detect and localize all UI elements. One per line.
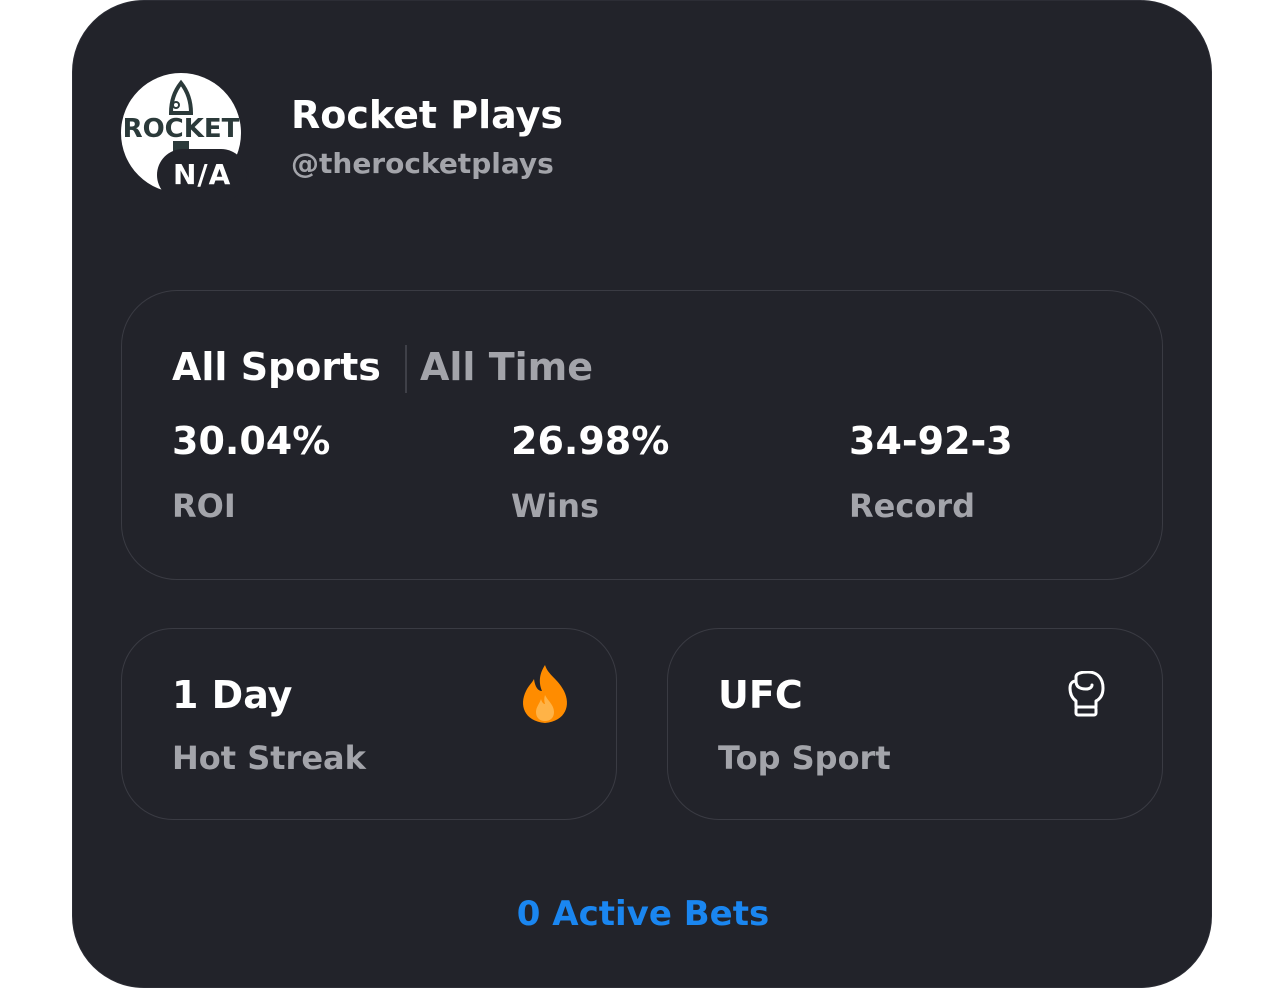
record-label: Record <box>849 487 975 525</box>
profile-card: ROCKET N/A Rocket Plays @therocketplays … <box>72 0 1212 988</box>
hot-streak-card[interactable]: 1 Day Hot Streak <box>121 628 617 820</box>
wins-value: 26.98% <box>511 419 670 463</box>
streak-label: Hot Streak <box>172 739 366 777</box>
top-sport-value: UFC <box>718 673 803 717</box>
top-sport-label: Top Sport <box>718 739 891 777</box>
wins-label: Wins <box>511 487 600 525</box>
profile-name[interactable]: Rocket Plays <box>291 93 563 137</box>
time-filter[interactable]: All Time <box>420 345 593 389</box>
top-sport-card[interactable]: UFC Top Sport <box>667 628 1163 820</box>
streak-value: 1 Day <box>172 673 293 717</box>
avatar[interactable]: ROCKET N/A <box>121 73 248 201</box>
roi-value: 30.04% <box>172 419 331 463</box>
sport-filter[interactable]: All Sports <box>172 345 381 389</box>
fire-icon <box>523 665 567 723</box>
active-bets-link[interactable]: 0 Active Bets <box>73 894 1213 934</box>
record-value: 34-92-3 <box>849 419 1013 463</box>
logo-wordmark: ROCKET <box>123 114 240 144</box>
stats-panel: All Sports All Time 30.04% ROI 26.98% Wi… <box>121 290 1163 580</box>
filter-divider <box>405 345 407 393</box>
profile-handle[interactable]: @therocketplays <box>291 147 554 180</box>
roi-label: ROI <box>172 487 236 525</box>
status-badge: N/A <box>157 149 248 201</box>
boxing-glove-icon <box>1068 671 1105 717</box>
